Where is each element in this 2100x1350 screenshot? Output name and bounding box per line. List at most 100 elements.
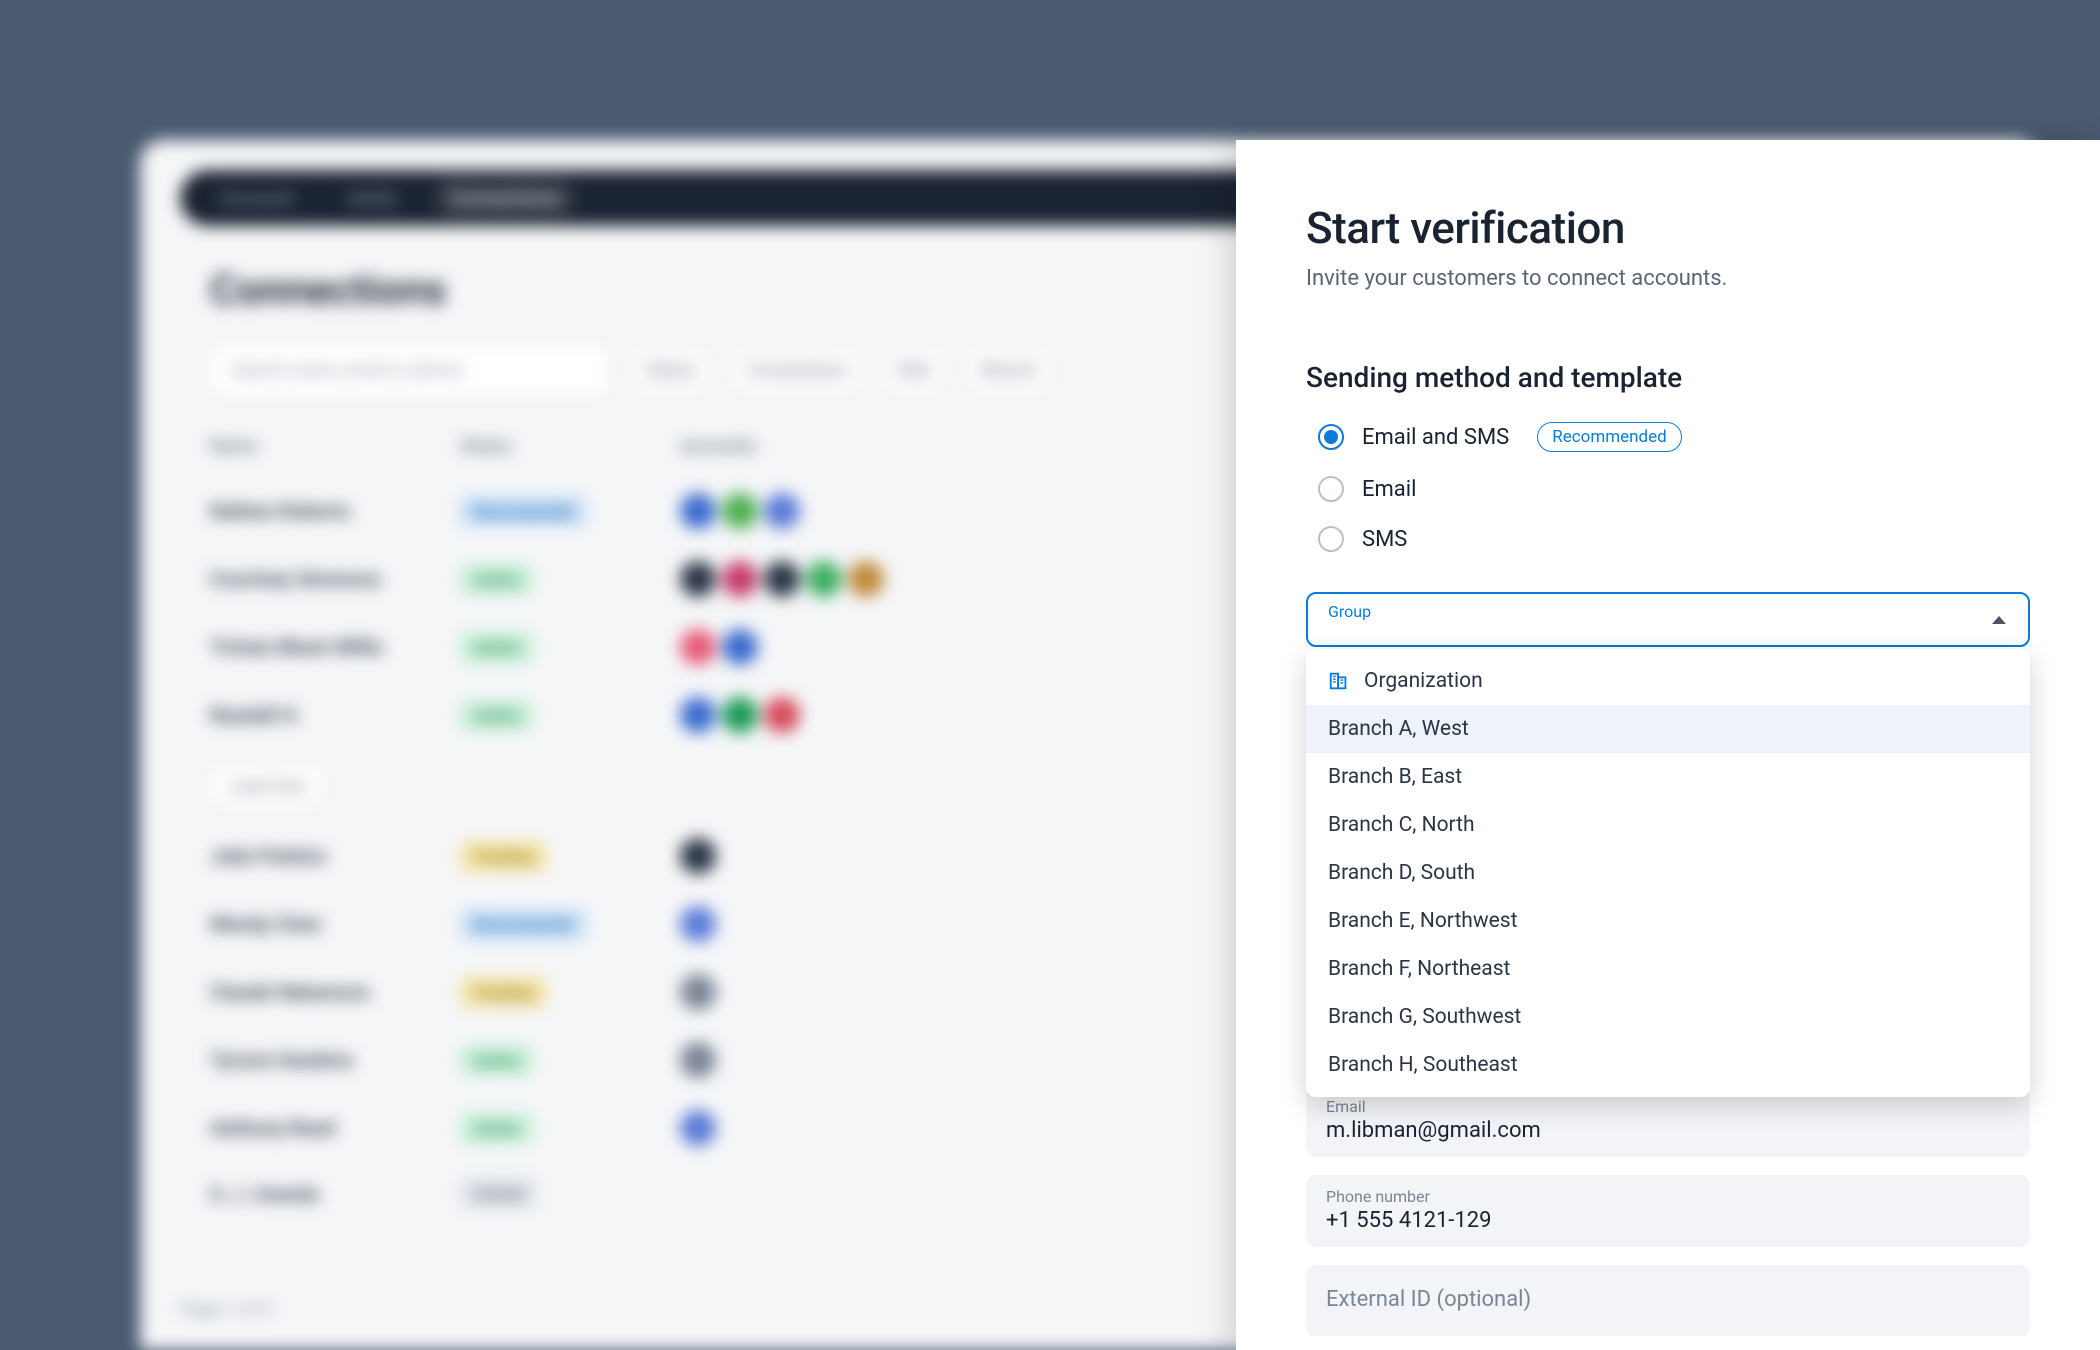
radio-email-and-sms[interactable]: Email and SMS Recommended <box>1318 422 2030 452</box>
row-accounts <box>680 1042 716 1078</box>
row-name: Wendy Chen <box>210 912 420 936</box>
sending-method-radio-group: Email and SMS Recommended Email SMS <box>1306 422 2030 552</box>
row-status: Disconnected <box>460 496 640 527</box>
bg-filter-branch: Branch <box>966 351 1052 390</box>
group-option[interactable]: Branch A, West <box>1306 705 2030 753</box>
group-option[interactable]: Branch G, Southwest <box>1306 993 2030 1041</box>
account-dot-icon <box>680 1110 716 1146</box>
row-status: Pending <box>460 841 640 872</box>
external-id-field[interactable]: External ID (optional) <box>1306 1265 2030 1336</box>
group-option-label: Branch E, Northwest <box>1328 909 1518 933</box>
status-badge: Pending <box>460 977 547 1008</box>
row-status: Active <box>460 632 640 663</box>
group-option-label: Branch G, Southwest <box>1328 1005 1521 1029</box>
row-name: Julie Perkins <box>210 844 420 868</box>
group-option-label: Branch C, North <box>1328 813 1475 837</box>
group-select-label: Group <box>1328 602 2008 621</box>
bg-th-name: Name <box>210 436 420 457</box>
group-option-label: Organization <box>1364 669 1483 693</box>
group-select[interactable]: Group <box>1306 592 2030 647</box>
bg-footer: Page 1 of 4 <box>180 1299 271 1320</box>
row-accounts <box>680 906 716 942</box>
caret-up-icon <box>1992 616 2006 624</box>
account-dot-icon <box>848 561 884 597</box>
status-badge: Active <box>460 632 533 663</box>
row-accounts <box>680 697 800 733</box>
email-value: m.libman@gmail.com <box>1326 1118 2010 1143</box>
section-sending-method: Sending method and template <box>1306 361 2030 394</box>
account-dot-icon <box>680 838 716 874</box>
row-name: Tristan Black-Willis <box>210 635 420 659</box>
account-dot-icon <box>680 697 716 733</box>
group-option[interactable]: Branch D, South <box>1306 849 2030 897</box>
row-accounts <box>680 629 758 665</box>
group-option[interactable]: Branch C, North <box>1306 801 2030 849</box>
phone-value: +1 555 4121-129 <box>1326 1208 2010 1233</box>
account-dot-icon <box>722 561 758 597</box>
verification-panel: Start verification Invite your customers… <box>1236 140 2100 1350</box>
row-name: Tyrone Hawkins <box>210 1048 420 1072</box>
external-id-placeholder: External ID (optional) <box>1326 1277 2010 1322</box>
row-status: Active <box>460 700 640 731</box>
status-badge: Active <box>460 564 533 595</box>
row-name: Claude Nakamura <box>210 980 420 1004</box>
group-option[interactable]: Branch E, Northwest <box>1306 897 2030 945</box>
panel-subtitle: Invite your customers to connect account… <box>1306 266 2030 291</box>
bg-filter-risk: Risk <box>882 351 946 390</box>
radio-email[interactable]: Email <box>1318 476 2030 502</box>
row-accounts <box>680 561 884 597</box>
email-label: Email <box>1326 1097 2010 1116</box>
row-accounts <box>680 493 800 529</box>
status-badge: Active <box>460 700 533 731</box>
group-option-label: Branch F, Northeast <box>1328 957 1510 981</box>
bg-th-accounts: Accounts <box>680 436 756 457</box>
bg-th-status: Status <box>460 436 640 457</box>
bg-search: Search name, email or phone <box>210 345 610 396</box>
account-dot-icon <box>722 697 758 733</box>
phone-label: Phone number <box>1326 1187 2010 1206</box>
row-status: Disconnected <box>460 909 640 940</box>
radio-sms[interactable]: SMS <box>1318 526 2030 552</box>
panel-title: Start verification <box>1306 202 2030 254</box>
bg-nav-connections: Connections <box>433 178 577 218</box>
radio-label: SMS <box>1362 527 1407 552</box>
row-name: Anthony Reed <box>210 1116 420 1140</box>
row-name: Courtney Simmons <box>210 567 420 591</box>
group-option[interactable]: Branch H, Southeast <box>1306 1041 2030 1089</box>
row-status: Pending <box>460 977 640 1008</box>
status-badge: Pending <box>460 841 547 872</box>
radio-indicator-icon <box>1318 424 1344 450</box>
group-dropdown: Organization Branch A, West Branch B, East… <box>1306 649 2030 1097</box>
account-dot-icon <box>806 561 842 597</box>
radio-indicator-icon <box>1318 526 1344 552</box>
group-option[interactable]: Branch F, Northeast <box>1306 945 2030 993</box>
account-dot-icon <box>680 906 716 942</box>
bg-filter-status: Status <box>630 351 711 390</box>
bg-load-more: Load more <box>210 765 324 806</box>
account-dot-icon <box>722 493 758 529</box>
radio-indicator-icon <box>1318 476 1344 502</box>
group-option[interactable]: Organization <box>1306 657 2030 705</box>
account-dot-icon <box>680 561 716 597</box>
account-dot-icon <box>680 629 716 665</box>
bg-nav-verify: Verify <box>330 178 413 218</box>
row-name: S. J. Aranda <box>210 1182 420 1206</box>
status-badge: Invited <box>460 1178 537 1209</box>
row-accounts <box>680 838 716 874</box>
row-accounts <box>680 974 716 1010</box>
account-dot-icon <box>680 493 716 529</box>
account-dot-icon <box>680 974 716 1010</box>
account-dot-icon <box>680 1042 716 1078</box>
group-option-label: Branch H, Southeast <box>1328 1053 1518 1077</box>
phone-field[interactable]: Phone number +1 555 4121-129 <box>1306 1175 2030 1247</box>
status-badge: Active <box>460 1045 533 1076</box>
status-badge: Disconnected <box>460 496 586 527</box>
row-name: Randall H. <box>210 703 420 727</box>
row-name: Nathan Roberts <box>210 499 420 523</box>
group-option[interactable]: Branch B, East <box>1306 753 2030 801</box>
row-accounts <box>680 1110 716 1146</box>
radio-label: Email <box>1362 477 1416 502</box>
group-option-label: Branch D, South <box>1328 861 1475 885</box>
group-option-label: Branch B, East <box>1328 765 1462 789</box>
account-dot-icon <box>764 561 800 597</box>
